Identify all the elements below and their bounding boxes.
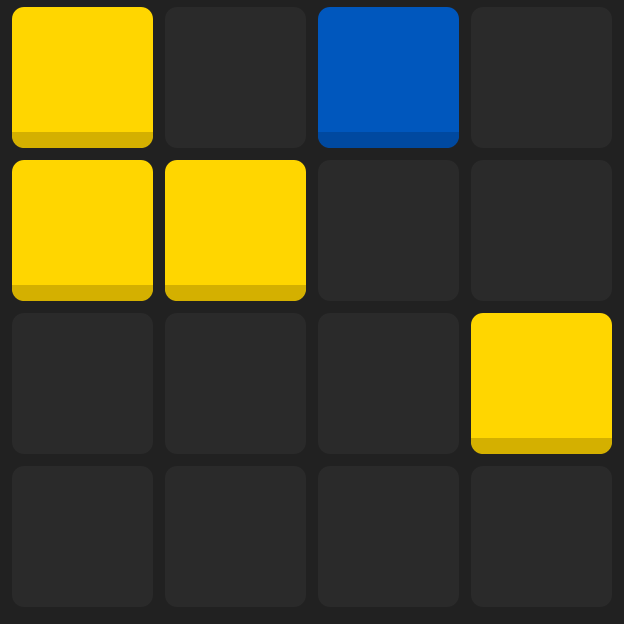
tile-r4-c1-empty[interactable] (12, 466, 153, 607)
tile-r3-c2-empty[interactable] (165, 313, 306, 454)
tile-r2-c3-empty[interactable] (318, 160, 459, 301)
tile-r3-c1-empty[interactable] (12, 313, 153, 454)
tile-r1-c3-blue[interactable] (318, 7, 459, 148)
tile-r1-c2-empty[interactable] (165, 7, 306, 148)
tile-r4-c3-empty[interactable] (318, 466, 459, 607)
tile-r1-c1-yellow[interactable] (12, 7, 153, 148)
tile-r4-c2-empty[interactable] (165, 466, 306, 607)
tile-shade (165, 285, 306, 301)
tile-r2-c2-yellow[interactable] (165, 160, 306, 301)
tile-r3-c4-yellow[interactable] (471, 313, 612, 454)
tile-shade (318, 132, 459, 148)
tile-r2-c1-yellow[interactable] (12, 160, 153, 301)
tile-shade (471, 438, 612, 454)
game-board (0, 0, 624, 624)
tile-shade (12, 285, 153, 301)
tile-shade (12, 132, 153, 148)
tile-r1-c4-empty[interactable] (471, 7, 612, 148)
tile-r2-c4-empty[interactable] (471, 160, 612, 301)
tile-r4-c4-empty[interactable] (471, 466, 612, 607)
tile-r3-c3-empty[interactable] (318, 313, 459, 454)
